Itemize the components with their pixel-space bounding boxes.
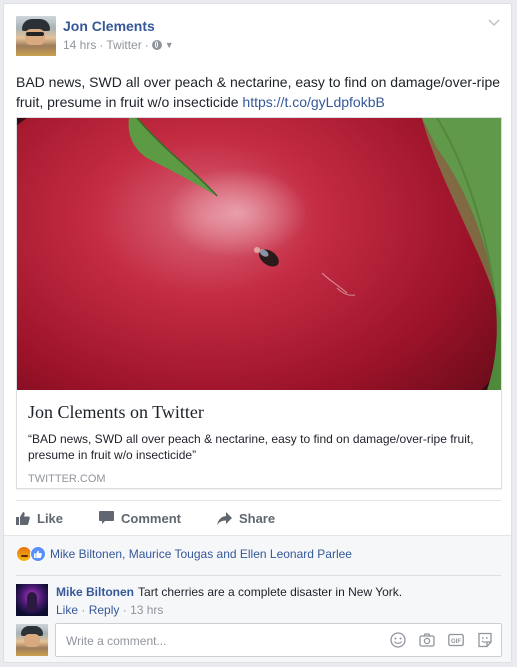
thumbs-up-icon [16, 512, 30, 525]
meta-separator: · [144, 38, 149, 52]
composer-avatar [16, 624, 48, 656]
comment-actions: Like · Reply · 13 hrs [56, 603, 163, 617]
link-preview-title[interactable]: Jon Clements on Twitter [28, 402, 490, 423]
post-header: Jon Clements 14 hrs · Twitter · ▼ [16, 16, 501, 62]
composer-tools: GIF [390, 632, 493, 648]
link-preview-image[interactable] [17, 118, 501, 390]
comment-label: Comment [121, 510, 181, 526]
comment-author[interactable]: Mike Biltonen [56, 585, 134, 599]
post-actions: Like Comment Share [16, 504, 501, 532]
fruit-photo [17, 118, 501, 390]
comment-reply-link[interactable]: Reply [89, 603, 120, 617]
post-timestamp[interactable]: 14 hrs [63, 38, 96, 52]
post-text: BAD news, SWD all over peach & nectarine… [16, 72, 502, 112]
share-button[interactable]: Share [216, 510, 276, 526]
post-card: Jon Clements 14 hrs · Twitter · ▼ BAD ne… [3, 3, 512, 663]
share-arrow-icon [216, 511, 232, 525]
author-name[interactable]: Jon Clements [63, 18, 155, 34]
comment-timestamp[interactable]: 13 hrs [130, 603, 163, 617]
comment-text: Tart cherries are a complete disaster in… [138, 585, 403, 599]
camera-icon[interactable] [419, 632, 435, 648]
commenter-avatar[interactable] [16, 584, 48, 616]
chevron-down-icon[interactable] [487, 16, 501, 30]
post-source: Twitter [106, 38, 142, 52]
post-meta: 14 hrs · Twitter · ▼ [63, 38, 174, 52]
comment-dot: · [122, 603, 127, 617]
globe-icon[interactable] [151, 40, 162, 50]
meta-separator: · [99, 38, 104, 52]
link-preview-description: “BAD news, SWD all over peach & nectarin… [28, 432, 474, 462]
comment-composer[interactable]: GIF [55, 623, 502, 658]
like-reaction-icon [30, 546, 46, 562]
sticker-icon[interactable] [477, 632, 493, 648]
svg-text:GIF: GIF [451, 639, 461, 645]
emoji-icon[interactable] [390, 632, 406, 648]
comment-dot: · [81, 603, 86, 617]
gif-icon[interactable]: GIF [448, 632, 464, 648]
comment: Mike Biltonen Tart cherries are a complet… [56, 585, 402, 599]
like-label: Like [37, 510, 64, 526]
actions-divider-top [16, 500, 501, 501]
reaction-names[interactable]: Mike Biltonen, Maurice Tougas and Ellen … [50, 547, 352, 561]
like-button[interactable]: Like [16, 511, 63, 526]
post-link[interactable]: https://t.co/gyLdpfokbB [242, 94, 384, 110]
comments-section: Mike Biltonen, Maurice Tougas and Ellen … [4, 535, 511, 662]
author-avatar[interactable] [16, 16, 56, 56]
reactions-summary[interactable]: Mike Biltonen, Maurice Tougas and Ellen … [16, 546, 352, 562]
comment-input[interactable] [64, 624, 388, 658]
link-preview-card[interactable]: Jon Clements on Twitter “BAD news, SWD a… [16, 117, 502, 489]
caret-down-icon[interactable]: ▼ [165, 40, 174, 50]
comment-button[interactable]: Comment [99, 511, 181, 526]
comment-divider [16, 575, 501, 576]
link-preview-body: Jon Clements on Twitter “BAD news, SWD a… [28, 402, 490, 485]
link-preview-domain: TWITTER.COM [28, 473, 106, 485]
share-label: Share [238, 510, 276, 526]
comment-like-link[interactable]: Like [56, 603, 78, 617]
comment-bubble-icon [99, 511, 115, 524]
